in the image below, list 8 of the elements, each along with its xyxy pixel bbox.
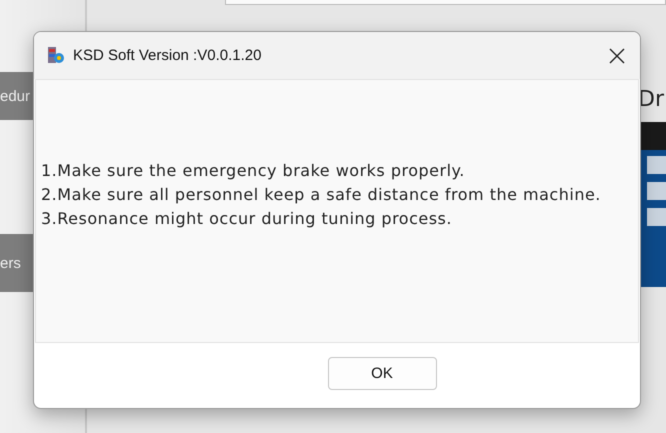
message-line: 1.Make sure the emergency brake works properly. [41,160,466,182]
close-icon [609,48,625,64]
window-title: KSD Soft Version :V0.0.1.20 [73,47,262,64]
message-line: 2.Make sure all personnel keep a safe distance from the machine. [41,184,602,206]
input-field[interactable] [225,0,666,5]
message-line: 3.Resonance might occur during tuning process. [41,208,453,230]
ok-button[interactable]: OK [328,357,436,390]
app-icon [46,46,66,66]
